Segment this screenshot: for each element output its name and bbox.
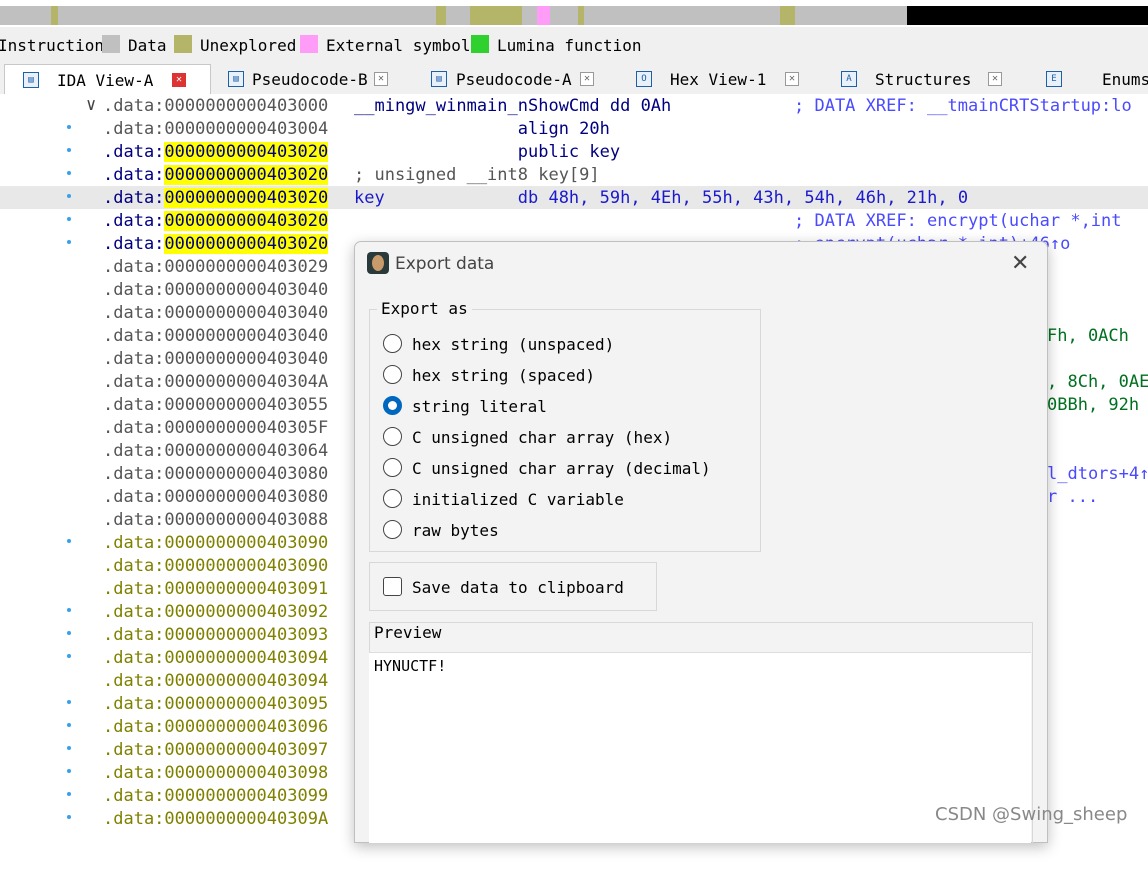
bullet-icon	[67, 723, 71, 727]
navigation-band[interactable]	[0, 0, 1148, 26]
radio-label[interactable]: string literal	[412, 397, 547, 416]
app-icon	[367, 252, 389, 274]
tab-bar: ▤ IDA View-A ✕ ▤ Pseudocode-B ✕ ▤ Pseudo…	[0, 61, 1148, 96]
bullet-icon	[67, 815, 71, 819]
nav-band-unexplored	[51, 6, 58, 25]
legend-instruction: Instruction	[0, 36, 104, 55]
radio-raw-bytes[interactable]	[383, 520, 402, 539]
bullet-icon	[67, 792, 71, 796]
tab-hex-view-1[interactable]: O Hex View-1 ✕	[620, 64, 820, 94]
bullet-icon	[67, 217, 71, 221]
bullet-icon	[67, 240, 71, 244]
legend-unexplored: Unexplored	[200, 36, 297, 55]
pseudocode-icon: ▤	[431, 71, 447, 87]
tab-enums[interactable]: E Enums	[1030, 64, 1148, 94]
tab-structures[interactable]: A Structures ✕	[825, 64, 1025, 94]
chevron-down-icon[interactable]: ∨	[86, 95, 96, 115]
structures-icon: A	[841, 71, 857, 87]
legend-data-swatch	[102, 35, 120, 53]
watermark: CSDN @Swing_sheep	[935, 804, 1128, 825]
hex-view-icon: O	[636, 71, 652, 87]
legend-lumina-function: Lumina function	[497, 36, 642, 55]
tab-pseudocode-b[interactable]: ▤ Pseudocode-B ✕	[212, 64, 412, 94]
radio-c-array-decimal[interactable]	[383, 458, 402, 477]
legend-data: Data	[128, 36, 167, 55]
bullet-icon	[67, 769, 71, 773]
radio-label[interactable]: hex string (unspaced)	[412, 335, 614, 354]
radio-string-literal[interactable]	[383, 396, 402, 415]
close-icon[interactable]: ✕	[988, 72, 1002, 86]
bullet-icon	[67, 654, 71, 658]
close-icon[interactable]: ✕	[374, 72, 388, 86]
clipboard-group: Save data to clipboard	[369, 562, 657, 611]
bullet-icon	[67, 148, 71, 152]
bullet-icon	[67, 194, 71, 198]
nav-band-unexplored	[578, 6, 584, 25]
export-as-label: Export as	[377, 299, 472, 318]
radio-initialized-c-variable[interactable]	[383, 489, 402, 508]
bullet-icon	[67, 631, 71, 635]
preview-textbox[interactable]: HYNUCTF!	[369, 652, 1031, 843]
bullet-icon	[67, 746, 71, 750]
enums-icon: E	[1046, 71, 1062, 87]
radio-hex-spaced[interactable]	[383, 365, 402, 384]
code-line[interactable]: .data:0000000000403004 align 20h	[0, 117, 1148, 140]
preview-label: Preview	[374, 623, 442, 642]
nav-band-unexplored	[780, 6, 795, 25]
export-as-group: Export as hex string (unspaced) hex stri…	[369, 299, 761, 552]
radio-label[interactable]: raw bytes	[412, 521, 499, 540]
save-clipboard-label[interactable]: Save data to clipboard	[412, 578, 624, 597]
preview-text: HYNUCTF!	[374, 657, 447, 675]
nav-band-external	[537, 6, 550, 25]
legend-unexplored-swatch	[174, 35, 192, 53]
legend-lumina-swatch	[471, 35, 489, 53]
radio-label[interactable]: C unsigned char array (decimal)	[412, 459, 711, 478]
close-icon[interactable]: ✕	[580, 72, 594, 86]
bullet-icon	[67, 171, 71, 175]
nav-band-end	[907, 6, 1148, 25]
radio-label[interactable]: initialized C variable	[412, 490, 624, 509]
bullet-icon	[67, 608, 71, 612]
tab-ida-view-a[interactable]: ▤ IDA View-A ✕	[4, 64, 211, 96]
radio-c-array-hex[interactable]	[383, 427, 402, 446]
legend-external-swatch	[300, 35, 318, 53]
close-icon[interactable]: ✕	[1011, 251, 1029, 276]
close-icon[interactable]: ✕	[785, 72, 799, 86]
tab-pseudocode-a[interactable]: ▤ Pseudocode-A ✕	[415, 64, 615, 94]
radio-label[interactable]: C unsigned char array (hex)	[412, 428, 672, 447]
nav-band-unexplored	[470, 6, 522, 25]
export-data-dialog: Export data ✕ Export as hex string (unsp…	[354, 241, 1048, 843]
dialog-title: Export data	[395, 254, 495, 274]
code-line[interactable]: ∨ .data:0000000000403000 __mingw_winmain…	[0, 94, 1148, 117]
nav-band-unexplored	[436, 6, 446, 25]
legend-bar: Instruction Data Unexplored External sym…	[0, 27, 1148, 61]
close-icon[interactable]: ✕	[172, 73, 186, 87]
code-line[interactable]: .data:0000000000403020 ; DATA XREF: encr…	[0, 209, 1148, 232]
radio-hex-unspaced[interactable]	[383, 334, 402, 353]
bullet-icon	[67, 539, 71, 543]
code-line[interactable]: .data:0000000000403020 ; unsigned __int8…	[0, 163, 1148, 186]
bullet-icon	[67, 125, 71, 129]
save-clipboard-checkbox[interactable]	[383, 577, 402, 596]
pseudocode-icon: ▤	[228, 71, 244, 87]
radio-label[interactable]: hex string (spaced)	[412, 366, 595, 385]
legend-external-symbol: External symbol	[326, 36, 471, 55]
code-line-selected[interactable]: .data:0000000000403020 key db 48h, 59h, …	[0, 186, 1148, 209]
code-line[interactable]: .data:0000000000403020 public key	[0, 140, 1148, 163]
bullet-icon	[67, 700, 71, 704]
ida-view-icon: ▤	[23, 72, 39, 88]
